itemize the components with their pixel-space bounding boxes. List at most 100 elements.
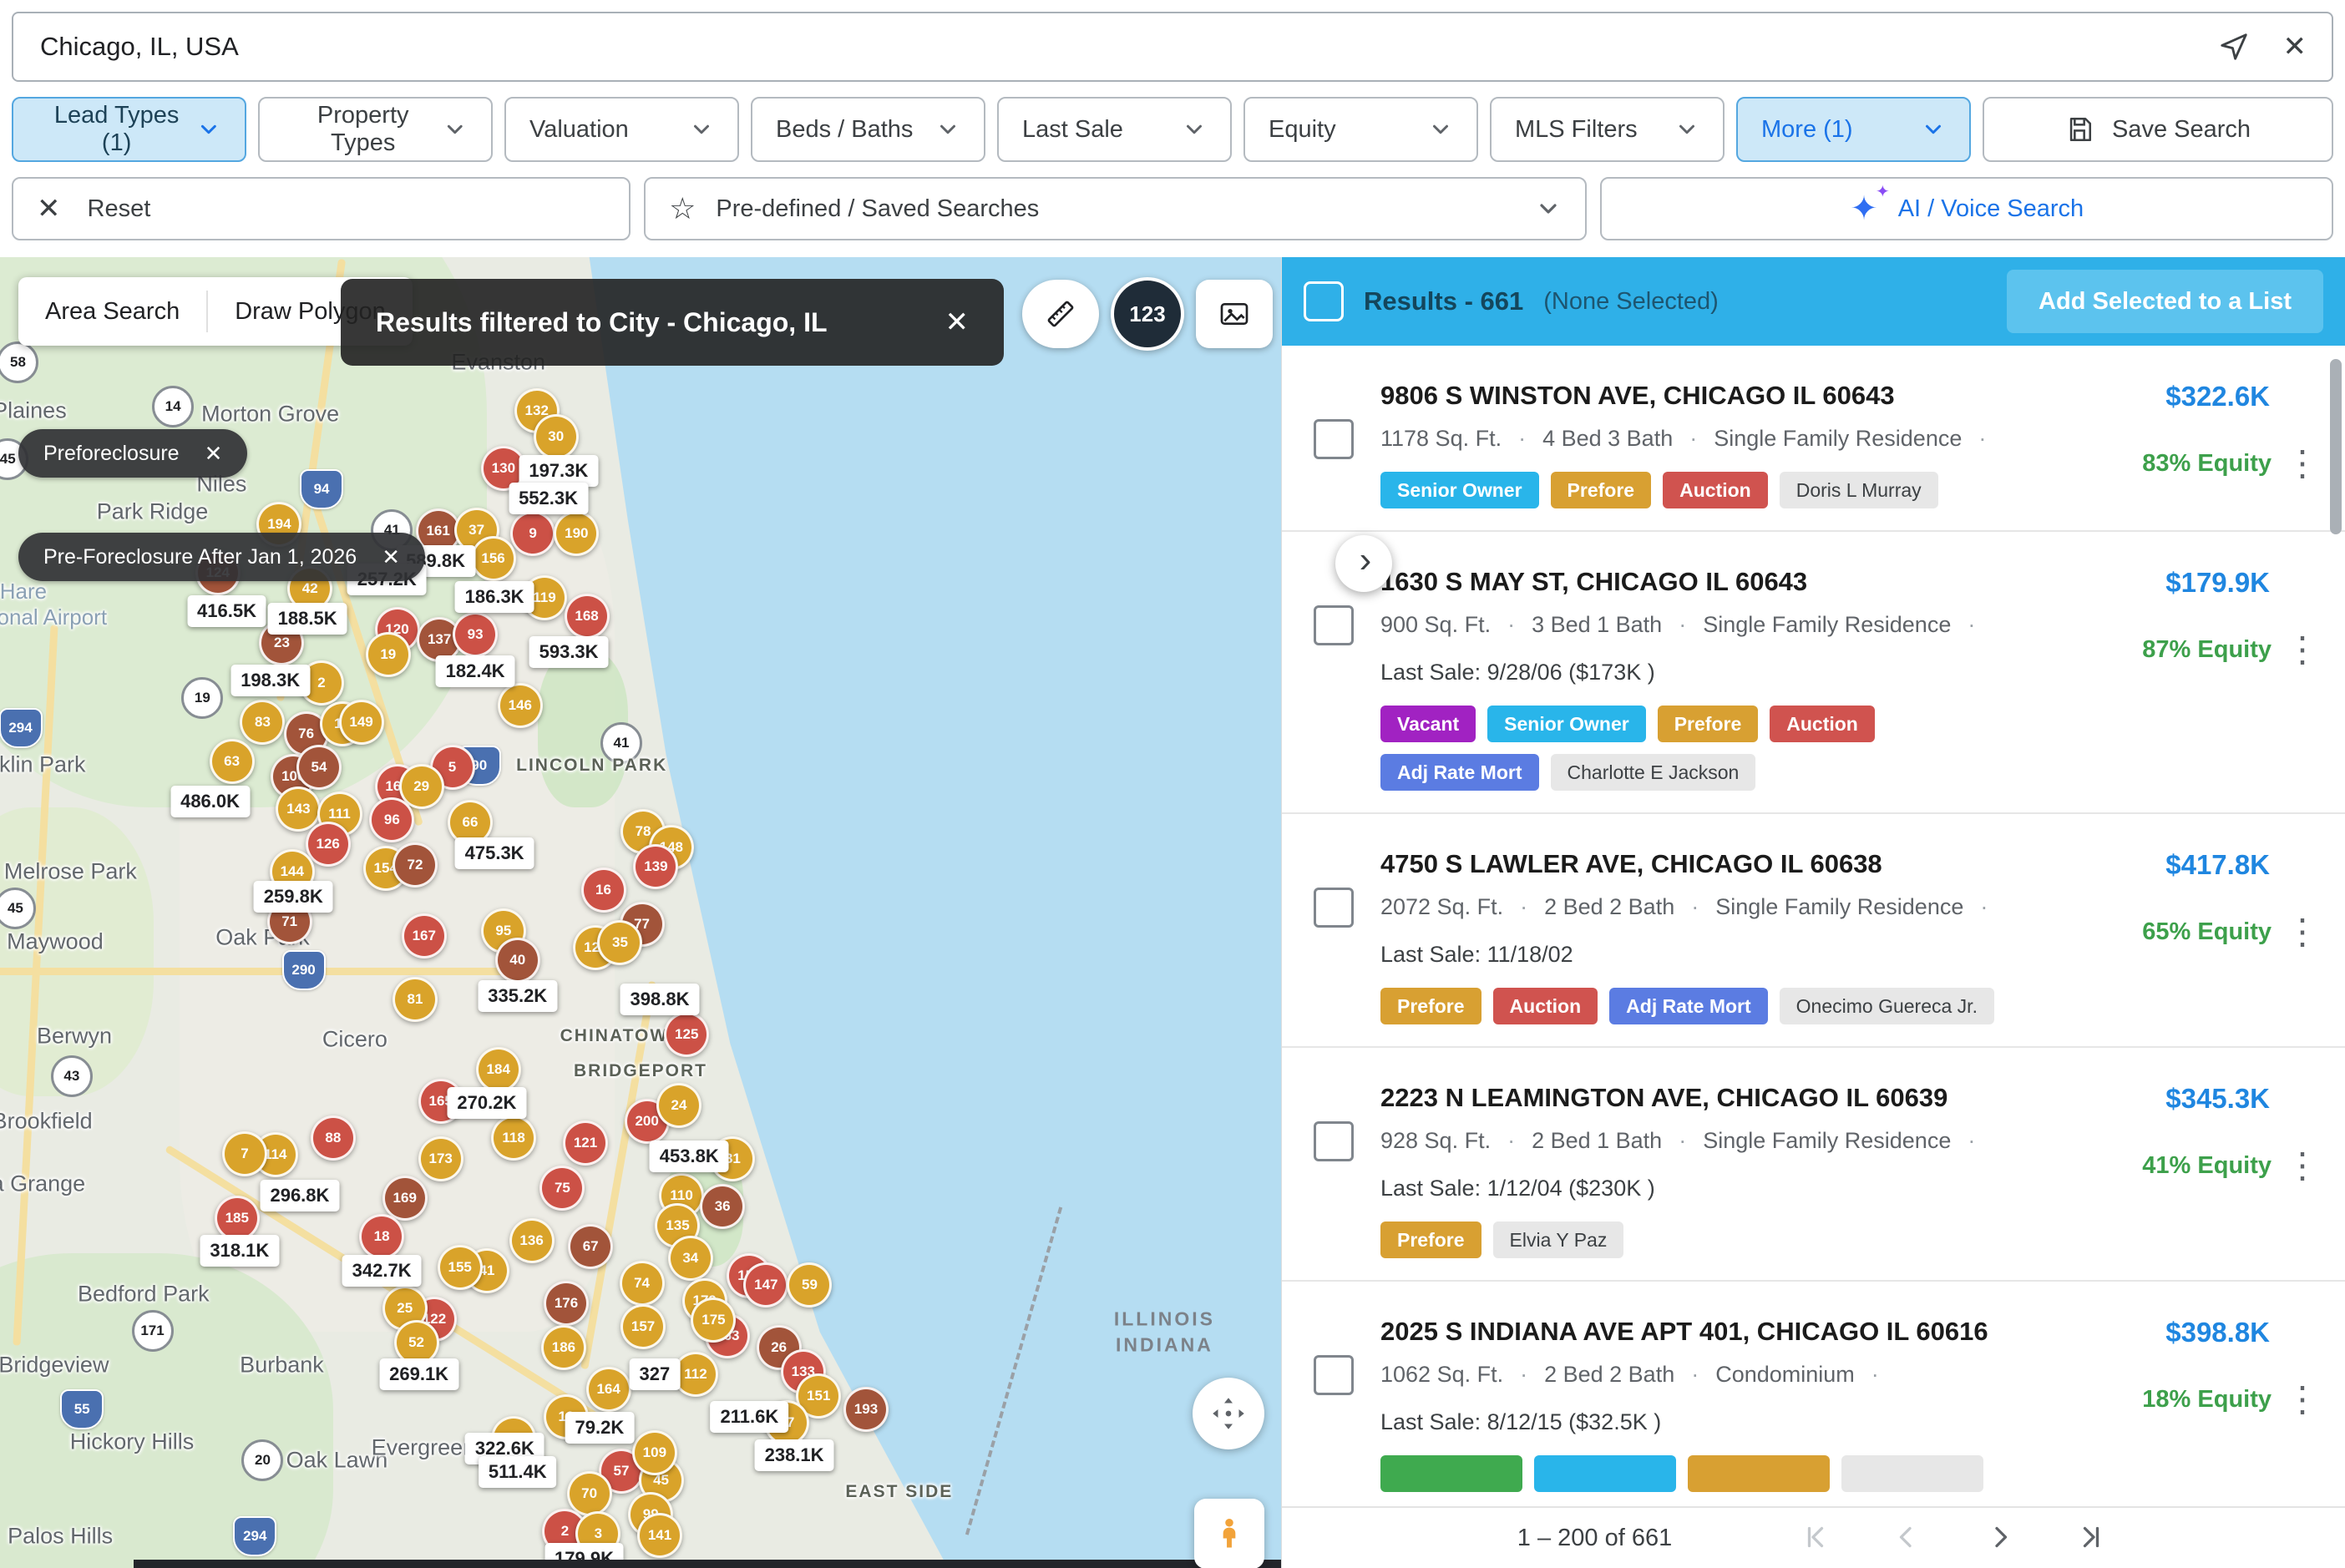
result-card[interactable]: 2025 S INDIANA AVE APT 401, CHICAGO IL 6…	[1282, 1282, 2345, 1508]
secondary-action-bar: ✕ Reset ☆ Pre-defined / Saved Searches ✦…	[12, 177, 2333, 240]
map-price-marker[interactable]: 186.3K	[455, 581, 534, 613]
active-filter-chip[interactable]: Preforeclosure✕	[18, 429, 247, 478]
filter-property-types[interactable]: Property Types	[258, 97, 493, 162]
map-price-marker[interactable]: 259.8K	[254, 881, 333, 913]
filter-lead-types-1[interactable]: Lead Types (1)	[12, 97, 246, 162]
pegman-control[interactable]	[1194, 1499, 1264, 1568]
more-options-icon[interactable]: ⋮	[2285, 914, 2320, 949]
map-price-marker[interactable]: 79.2K	[565, 1412, 635, 1444]
result-checkbox[interactable]	[1314, 605, 1354, 645]
expand-card-button[interactable]: ›	[1335, 535, 1392, 592]
map-price-marker[interactable]: 335.2K	[478, 980, 557, 1012]
result-card[interactable]: 9806 S WINSTON AVE, CHICAGO IL 606431178…	[1282, 346, 2345, 532]
remove-chip-icon[interactable]: ✕	[205, 441, 223, 467]
filter-dropdowns: Lead Types (1)Property TypesValuation Bed…	[12, 97, 1971, 162]
map-price-marker[interactable]: 511.4K	[479, 1456, 557, 1488]
tag-gray: Elvia Y Paz	[1493, 1222, 1624, 1258]
add-to-list-button[interactable]: Add Selected to a List	[2007, 270, 2323, 333]
map-price-marker[interactable]: 238.1K	[755, 1439, 834, 1471]
map-price-marker[interactable]: 453.8K	[650, 1141, 729, 1172]
tag-gray	[1841, 1455, 1983, 1492]
pan-control[interactable]	[1193, 1378, 1264, 1449]
filter-label: Beds / Baths	[776, 116, 913, 144]
filter-more-1[interactable]: More (1)	[1736, 97, 1971, 162]
more-options-icon[interactable]: ⋮	[2285, 1148, 2320, 1183]
remove-chip-icon[interactable]: ✕	[382, 544, 400, 570]
toast-message: Results filtered to City - Chicago, IL	[376, 307, 912, 338]
map-price-marker[interactable]: 318.1K	[200, 1235, 279, 1267]
more-options-icon[interactable]: ⋮	[2285, 632, 2320, 667]
map-price-marker[interactable]: 552.3K	[509, 483, 588, 514]
filter-mls-filters[interactable]: MLS Filters	[1490, 97, 1725, 162]
map-price-marker[interactable]: 182.4K	[436, 655, 515, 687]
photo-layer-button[interactable]	[1196, 280, 1273, 348]
map-price-marker[interactable]: 342.7K	[342, 1255, 422, 1287]
ai-voice-search-button[interactable]: ✦ AI / Voice Search	[1600, 177, 2333, 240]
measure-tool-button[interactable]	[1022, 280, 1099, 348]
map-price-marker[interactable]: 198.3K	[230, 665, 310, 696]
chevron-down-icon	[1921, 117, 1946, 142]
filter-valuation[interactable]: Valuation	[504, 97, 739, 162]
filter-last-sale[interactable]: Last Sale	[997, 97, 1232, 162]
select-all-checkbox[interactable]	[1304, 281, 1344, 321]
app-root: ✕ Lead Types (1)Property TypesValuation B…	[0, 0, 2345, 1568]
scrollbar-thumb[interactable]	[2330, 359, 2342, 534]
tag-blue: Senior Owner	[1380, 472, 1539, 508]
property-address[interactable]: 2223 N LEAMINGTON AVE, CHICAGO IL 60639	[1380, 1083, 2031, 1113]
property-address[interactable]: 9806 S WINSTON AVE, CHICAGO IL 60643	[1380, 381, 2031, 411]
result-checkbox[interactable]	[1314, 1121, 1354, 1161]
result-card[interactable]: ›1630 S MAY ST, CHICAGO IL 60643900 Sq. …	[1282, 532, 2345, 814]
map-price-marker[interactable]: 398.8K	[620, 984, 700, 1015]
location-search-input[interactable]	[38, 31, 2185, 63]
clear-search-icon[interactable]: ✕	[2283, 33, 2307, 61]
tag-indigo: Adj Rate Mort	[1380, 754, 1539, 791]
result-checkbox[interactable]	[1314, 888, 1354, 928]
filter-toast: Results filtered to City - Chicago, IL ✕	[341, 279, 1004, 366]
navigate-icon[interactable]	[2218, 31, 2250, 63]
result-details: 2025 S INDIANA AVE APT 401, CHICAGO IL 6…	[1380, 1317, 2044, 1492]
more-options-icon[interactable]: ⋮	[2285, 446, 2320, 481]
result-checkbox[interactable]	[1314, 1355, 1354, 1395]
map-price-marker[interactable]: 416.5K	[187, 595, 266, 627]
ai-voice-label: AI / Voice Search	[1898, 195, 2084, 223]
map-price-marker[interactable]: 486.0K	[170, 786, 250, 817]
toast-close-icon[interactable]: ✕	[945, 306, 970, 339]
image-icon	[1218, 297, 1251, 331]
map-price-marker[interactable]: 593.3K	[529, 636, 609, 668]
saved-searches-dropdown[interactable]: ☆ Pre-defined / Saved Searches	[644, 177, 1587, 240]
result-card[interactable]: 4750 S LAWLER AVE, CHICAGO IL 606382072 …	[1282, 814, 2345, 1048]
next-page-button[interactable]	[1981, 1520, 2018, 1556]
map-price-marker[interactable]: 269.1K	[379, 1358, 458, 1390]
first-page-button[interactable]	[1797, 1520, 1834, 1556]
reset-button[interactable]: ✕ Reset	[12, 177, 631, 240]
active-filter-chip[interactable]: Pre-Foreclosure After Jan 1, 2026✕	[18, 533, 425, 581]
last-sale: Last Sale: 11/18/02	[1380, 942, 2031, 968]
selection-status: (None Selected)	[1543, 288, 1719, 316]
last-page-button[interactable]	[2073, 1520, 2109, 1556]
map-price-marker[interactable]: 327	[630, 1358, 681, 1390]
result-checkbox[interactable]	[1314, 419, 1354, 459]
property-address[interactable]: 2025 S INDIANA AVE APT 401, CHICAGO IL 6…	[1380, 1317, 2031, 1347]
filter-label: Equity	[1269, 116, 1336, 144]
save-search-button[interactable]: Save Search	[1983, 97, 2333, 162]
map-price-marker[interactable]: 475.3K	[455, 837, 534, 869]
chevron-left-icon	[1892, 1522, 1922, 1552]
tag-red: Auction	[1493, 988, 1598, 1024]
price-column: $417.8K65% Equity⋮	[2044, 849, 2320, 1024]
result-card[interactable]: 2223 N LEAMINGTON AVE, CHICAGO IL 606399…	[1282, 1048, 2345, 1282]
property-address[interactable]: 4750 S LAWLER AVE, CHICAGO IL 60638	[1380, 849, 2031, 879]
map-price-marker[interactable]: 188.5K	[268, 603, 347, 635]
property-address[interactable]: 1630 S MAY ST, CHICAGO IL 60643	[1380, 567, 2031, 597]
last-page-icon	[2076, 1522, 2106, 1552]
filter-beds-baths[interactable]: Beds / Baths	[751, 97, 985, 162]
map-price-marker[interactable]: 296.8K	[260, 1180, 339, 1211]
property-price: $398.8K	[2165, 1317, 2270, 1348]
map[interactable]: 942949029055294145845414119454317120 Eva…	[0, 257, 1281, 1568]
map-price-marker[interactable]: 211.6K	[711, 1401, 789, 1433]
filter-equity[interactable]: Equity	[1243, 97, 1478, 162]
area-search-tab[interactable]: Area Search	[18, 277, 206, 346]
map-price-marker[interactable]: 270.2K	[447, 1087, 526, 1119]
prev-page-button[interactable]	[1889, 1520, 1926, 1556]
marker-count-toggle[interactable]: 123	[1111, 277, 1184, 351]
more-options-icon[interactable]: ⋮	[2285, 1382, 2320, 1417]
